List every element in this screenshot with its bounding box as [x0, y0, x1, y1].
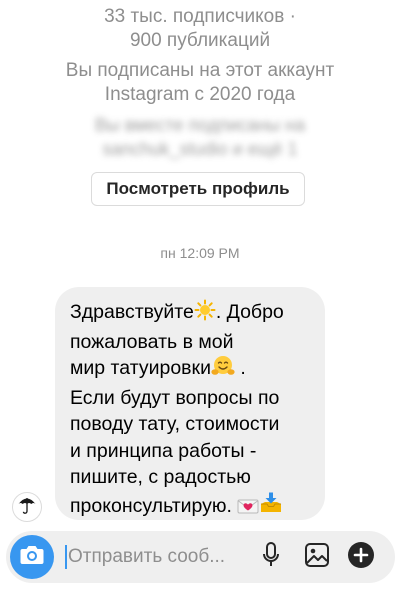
- message-text: .: [234, 357, 246, 379]
- message-line-5: поводу тату, стоимости: [70, 413, 280, 435]
- text-caret: [65, 545, 67, 569]
- followers-posts-line: 33 тыс. подписчиков ·: [104, 6, 296, 27]
- message-text: мир татуировки: [70, 357, 211, 379]
- message-line-7: пишите, с радостью: [70, 466, 251, 488]
- message-line-6: и принципа работы -: [70, 439, 257, 462]
- umbrella-icon: [17, 495, 37, 520]
- message-composer: [6, 531, 395, 583]
- message-line-2: пожаловать в мой: [70, 330, 234, 353]
- message-bubble: Здравствуйте . Добро пожаловать в мой мир…: [55, 287, 325, 520]
- mutual-followers-blurred-2: sanchuk_studio и ещё 1: [102, 139, 298, 159]
- plus-circle-icon: [347, 541, 375, 574]
- camera-icon: [19, 544, 45, 571]
- sender-avatar[interactable]: [12, 492, 42, 522]
- message-line-8: проконсультирую.: [70, 491, 311, 523]
- microphone-icon: [261, 541, 281, 574]
- microphone-button[interactable]: [257, 541, 285, 574]
- view-profile-button[interactable]: Посмотреть профиль: [91, 172, 305, 206]
- sun-emoji-icon: [194, 299, 216, 329]
- message-text: . Добро: [215, 301, 284, 323]
- message-text: проконсультирую.: [70, 494, 238, 517]
- message-timestamp: пн 12:09 PM: [160, 245, 240, 261]
- message-input[interactable]: [68, 541, 248, 573]
- gallery-button[interactable]: [303, 542, 331, 573]
- message-line-4: Если будут вопросы по: [70, 386, 280, 409]
- following-since-year-line: Instagram с 2020 года: [104, 84, 296, 105]
- love-letter-emoji-icon: [237, 496, 259, 523]
- following-since-line: Вы подписаны на этот аккаунт: [65, 60, 335, 81]
- hugging-face-emoji-icon: [211, 355, 235, 385]
- gallery-icon: [304, 542, 330, 573]
- inbox-tray-emoji-icon: [259, 491, 283, 523]
- mutual-followers-blurred: Вы вместе подписаны на: [94, 115, 306, 135]
- more-actions-button[interactable]: [347, 541, 375, 574]
- message-line-3: мир татуировки .: [70, 355, 311, 385]
- camera-button[interactable]: [10, 535, 54, 579]
- message-line-1: Здравствуйте . Добро: [70, 299, 311, 329]
- posts-count-line: 900 публикаций: [129, 30, 271, 51]
- message-text: Здравствуйте: [70, 301, 194, 323]
